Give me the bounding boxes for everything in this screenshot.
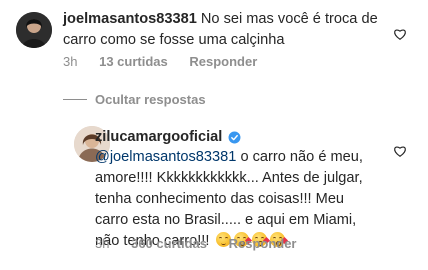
reply-button[interactable]: Responder (189, 54, 257, 70)
reply-meta: 3h 360 curtidas Responder (95, 236, 297, 252)
reply-button[interactable]: Responder (229, 236, 297, 252)
comment-meta: 3h 13 curtidas Responder (63, 54, 257, 70)
reply-text: o carro não é meu, (236, 149, 363, 165)
heart-outline-icon[interactable] (393, 27, 407, 41)
reply-likes[interactable]: 360 curtidas (131, 236, 207, 252)
reply-header: zilucamargooficial (95, 127, 395, 148)
comment: joelmasantos83381 No sei mas você é troca… (0, 0, 428, 80)
mention-link[interactable]: @joelmasantos83381 (95, 149, 236, 165)
comment-username[interactable]: joelmasantos83381 (63, 11, 197, 27)
avatar[interactable] (16, 12, 52, 48)
comment-likes[interactable]: 13 curtidas (99, 54, 168, 70)
reply-comment: zilucamargooficial @joelmasantos83381 o … (0, 118, 428, 270)
reply-line: amore!!!! Kkkkkkkkkkkk... Antes de julga… (95, 170, 363, 186)
comment-time: 3h (63, 54, 78, 69)
reply-time: 3h (95, 236, 110, 251)
reply-line: @joelmasantos83381 o carro não é meu, (95, 147, 385, 168)
hide-replies-button[interactable]: Ocultar respostas (63, 89, 206, 109)
reply-username[interactable]: zilucamargooficial (95, 127, 222, 148)
heart-outline-icon[interactable] (393, 144, 407, 158)
reply-line: tenha conhecimento das coisas!!! Meu (95, 191, 345, 207)
hide-replies-label: Ocultar respostas (95, 91, 206, 107)
divider (63, 98, 87, 100)
comment-body: joelmasantos83381 No sei mas você é troca… (63, 9, 383, 51)
reply-line: carro esta no Brasil..... e aqui em Miam… (95, 212, 357, 228)
verified-badge-icon (228, 131, 241, 144)
